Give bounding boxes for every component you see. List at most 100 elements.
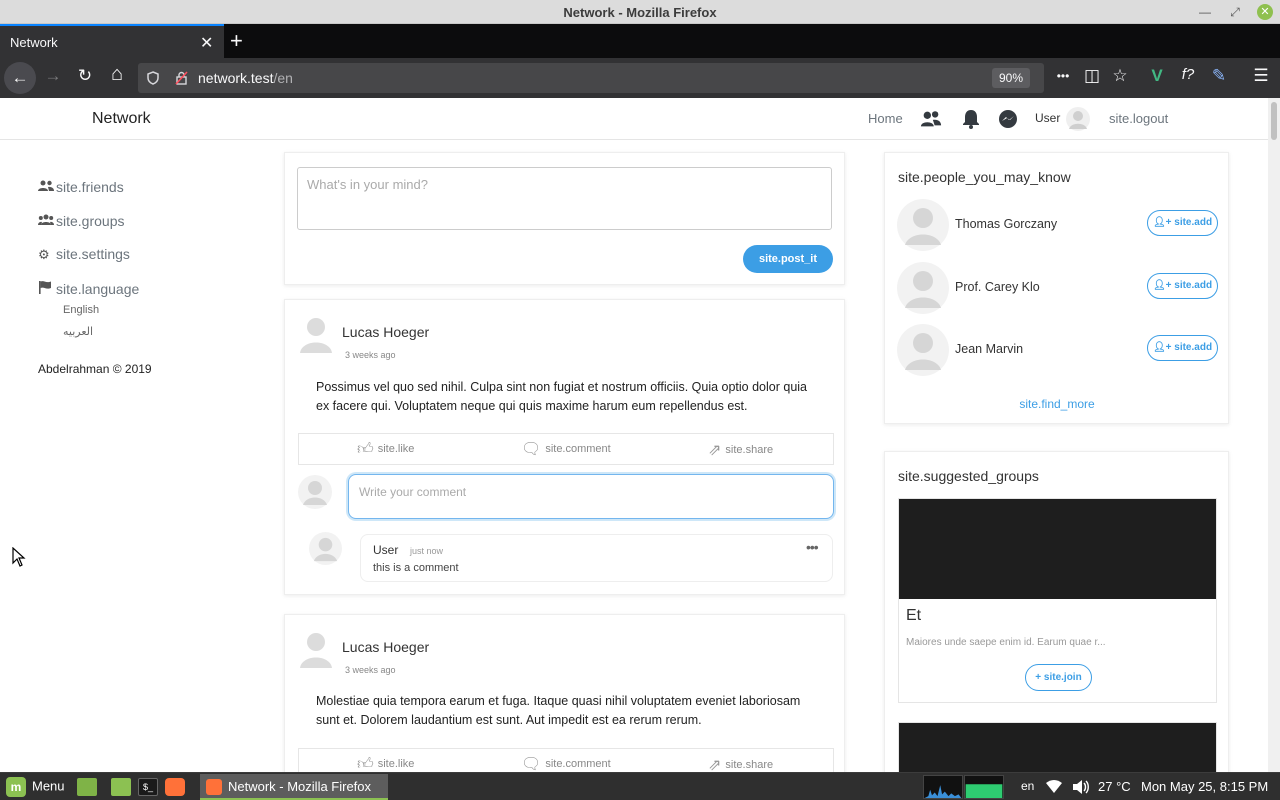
join-group-button[interactable]: + site.join xyxy=(1025,664,1092,691)
speech-bubble-icon: 🗨︎ xyxy=(521,756,542,772)
add-friend-button[interactable]: 👤︎+ site.add xyxy=(1147,335,1218,361)
more-icon[interactable]: ••• xyxy=(1051,69,1075,83)
people-card-title: site.people_you_may_know xyxy=(898,169,1071,185)
pocket-icon[interactable]: ◫ xyxy=(1080,66,1104,86)
volume-icon[interactable] xyxy=(1072,779,1090,795)
nav-user-label[interactable]: User xyxy=(1035,111,1060,125)
group-name[interactable]: Et xyxy=(906,607,921,625)
files-folder-icon[interactable] xyxy=(111,778,131,796)
forward-icon[interactable]: → xyxy=(41,66,65,86)
messenger-icon[interactable] xyxy=(997,108,1019,130)
nav-home-link[interactable]: Home xyxy=(868,111,903,126)
post-author[interactable]: Lucas Hoeger xyxy=(342,639,429,655)
close-window-icon[interactable]: ✕ xyxy=(1257,4,1273,20)
comment-options-icon[interactable]: ••• xyxy=(806,539,819,555)
hamburger-menu-icon[interactable]: ☰ xyxy=(1249,66,1273,86)
comment-user[interactable]: User xyxy=(373,543,398,557)
comment-text: this is a comment xyxy=(373,562,459,574)
person-name[interactable]: Jean Marvin xyxy=(955,342,1023,356)
person-avatar[interactable] xyxy=(897,324,949,376)
add-friend-button[interactable]: 👤︎+ site.add xyxy=(1147,273,1218,299)
temperature-readout[interactable]: 27 °C xyxy=(1098,779,1131,794)
mouse-cursor-icon xyxy=(12,547,26,567)
friends-icon[interactable] xyxy=(920,108,942,130)
post-composer-input[interactable] xyxy=(297,167,832,230)
clock[interactable]: Mon May 25, 8:15 PM xyxy=(1141,779,1268,794)
author-avatar[interactable] xyxy=(299,630,333,668)
sidebar-item-label: site.friends xyxy=(56,179,124,195)
person-name[interactable]: Thomas Gorczany xyxy=(955,217,1057,231)
group-cover-image[interactable] xyxy=(899,723,1216,772)
sidebar-item-friends[interactable]: site.friends xyxy=(38,179,124,195)
home-icon[interactable]: ⌂ xyxy=(105,63,129,86)
add-friend-label: site.add xyxy=(1174,217,1213,228)
show-desktop-icon[interactable] xyxy=(77,778,97,796)
page-scrollbar[interactable] xyxy=(1268,98,1280,772)
user-plus-icon: 👤︎+ xyxy=(1152,280,1175,291)
insecure-lock-icon[interactable] xyxy=(175,71,188,85)
new-tab-icon[interactable]: + xyxy=(230,28,250,54)
post-it-button[interactable]: site.post_it xyxy=(743,245,833,273)
star-icon[interactable]: ☆ xyxy=(1108,66,1132,86)
join-group-label: site.join xyxy=(1043,672,1082,683)
tab-close-icon[interactable]: ✕ xyxy=(200,33,213,53)
share-label: site.share xyxy=(725,444,774,456)
sidebar-item-settings[interactable]: ⚙ site.settings xyxy=(38,246,130,263)
site-brand[interactable]: Network xyxy=(92,110,151,128)
language-option-english[interactable]: English xyxy=(63,304,99,316)
comment-time: just now xyxy=(410,546,444,556)
comment-button[interactable]: 🗨︎ site.comment xyxy=(521,439,611,459)
add-friend-label: site.add xyxy=(1174,280,1213,291)
shield-icon[interactable] xyxy=(147,71,159,85)
memory-monitor-graph[interactable] xyxy=(964,775,1004,799)
vue-devtools-icon[interactable]: V xyxy=(1145,66,1169,86)
logout-link[interactable]: site.logout xyxy=(1109,111,1168,126)
comment-label: site.comment xyxy=(545,758,611,770)
terminal-icon[interactable]: $_ xyxy=(138,778,158,796)
user-avatar[interactable] xyxy=(1066,107,1090,131)
share-button[interactable]: ⇗ site.share xyxy=(708,755,773,772)
add-friend-button[interactable]: 👤︎+ site.add xyxy=(1147,210,1218,236)
author-avatar[interactable] xyxy=(299,315,333,353)
tab-label: Network xyxy=(10,35,58,50)
window-title: Network - Mozilla Firefox xyxy=(563,5,717,20)
person-avatar[interactable] xyxy=(897,199,949,251)
comment-label: site.comment xyxy=(545,443,611,455)
cpu-monitor-graph[interactable] xyxy=(923,775,963,799)
find-more-link[interactable]: site.find_more xyxy=(885,397,1229,411)
taskbar-window-firefox[interactable]: Network - Mozilla Firefox xyxy=(200,774,388,800)
comment-user-avatar xyxy=(309,532,342,565)
scroll-thumb[interactable] xyxy=(1271,102,1277,140)
post-author[interactable]: Lucas Hoeger xyxy=(342,324,429,340)
os-titlebar: Network - Mozilla Firefox — ⤢ ✕ xyxy=(0,0,1280,24)
start-menu-button[interactable]: m Menu xyxy=(6,777,65,797)
group-item xyxy=(898,722,1217,772)
like-button[interactable]: 👍︎ site.like xyxy=(357,755,414,772)
sidebar-item-groups[interactable]: site.groups xyxy=(38,213,124,229)
url-bar[interactable]: network.test/en 90% xyxy=(138,63,1044,93)
group-cover-image[interactable] xyxy=(899,499,1216,599)
sidebar-item-language[interactable]: site.language xyxy=(38,280,139,297)
back-icon[interactable]: ← xyxy=(4,62,36,94)
browser-tab[interactable]: Network ✕ xyxy=(0,24,224,58)
zoom-level-badge[interactable]: 90% xyxy=(992,68,1030,88)
like-button[interactable]: 👍︎ site.like xyxy=(357,440,414,459)
comment-button[interactable]: 🗨︎ site.comment xyxy=(521,754,611,772)
share-button[interactable]: ⇗ site.share xyxy=(708,440,773,460)
wifi-icon[interactable] xyxy=(1046,780,1062,794)
pen-icon[interactable]: ✎ xyxy=(1207,66,1231,86)
bell-icon[interactable] xyxy=(960,108,982,130)
post-body: Molestiae quia tempora earum et fuga. It… xyxy=(316,694,801,727)
reload-icon[interactable]: ↻ xyxy=(73,66,97,86)
formula-icon[interactable]: f? xyxy=(1176,66,1200,83)
language-option-arabic[interactable]: العربيه xyxy=(63,325,93,338)
person-name[interactable]: Prof. Carey Klo xyxy=(955,280,1040,294)
minimize-icon[interactable]: — xyxy=(1197,4,1213,20)
maximize-icon[interactable]: ⤢ xyxy=(1227,4,1243,20)
comment-input[interactable] xyxy=(348,474,834,519)
person-avatar[interactable] xyxy=(897,262,949,314)
share-label: site.share xyxy=(725,759,774,771)
firefox-launcher-icon[interactable] xyxy=(165,778,185,796)
keyboard-layout[interactable]: en xyxy=(1021,779,1034,793)
post-time: 3 weeks ago xyxy=(345,350,396,360)
